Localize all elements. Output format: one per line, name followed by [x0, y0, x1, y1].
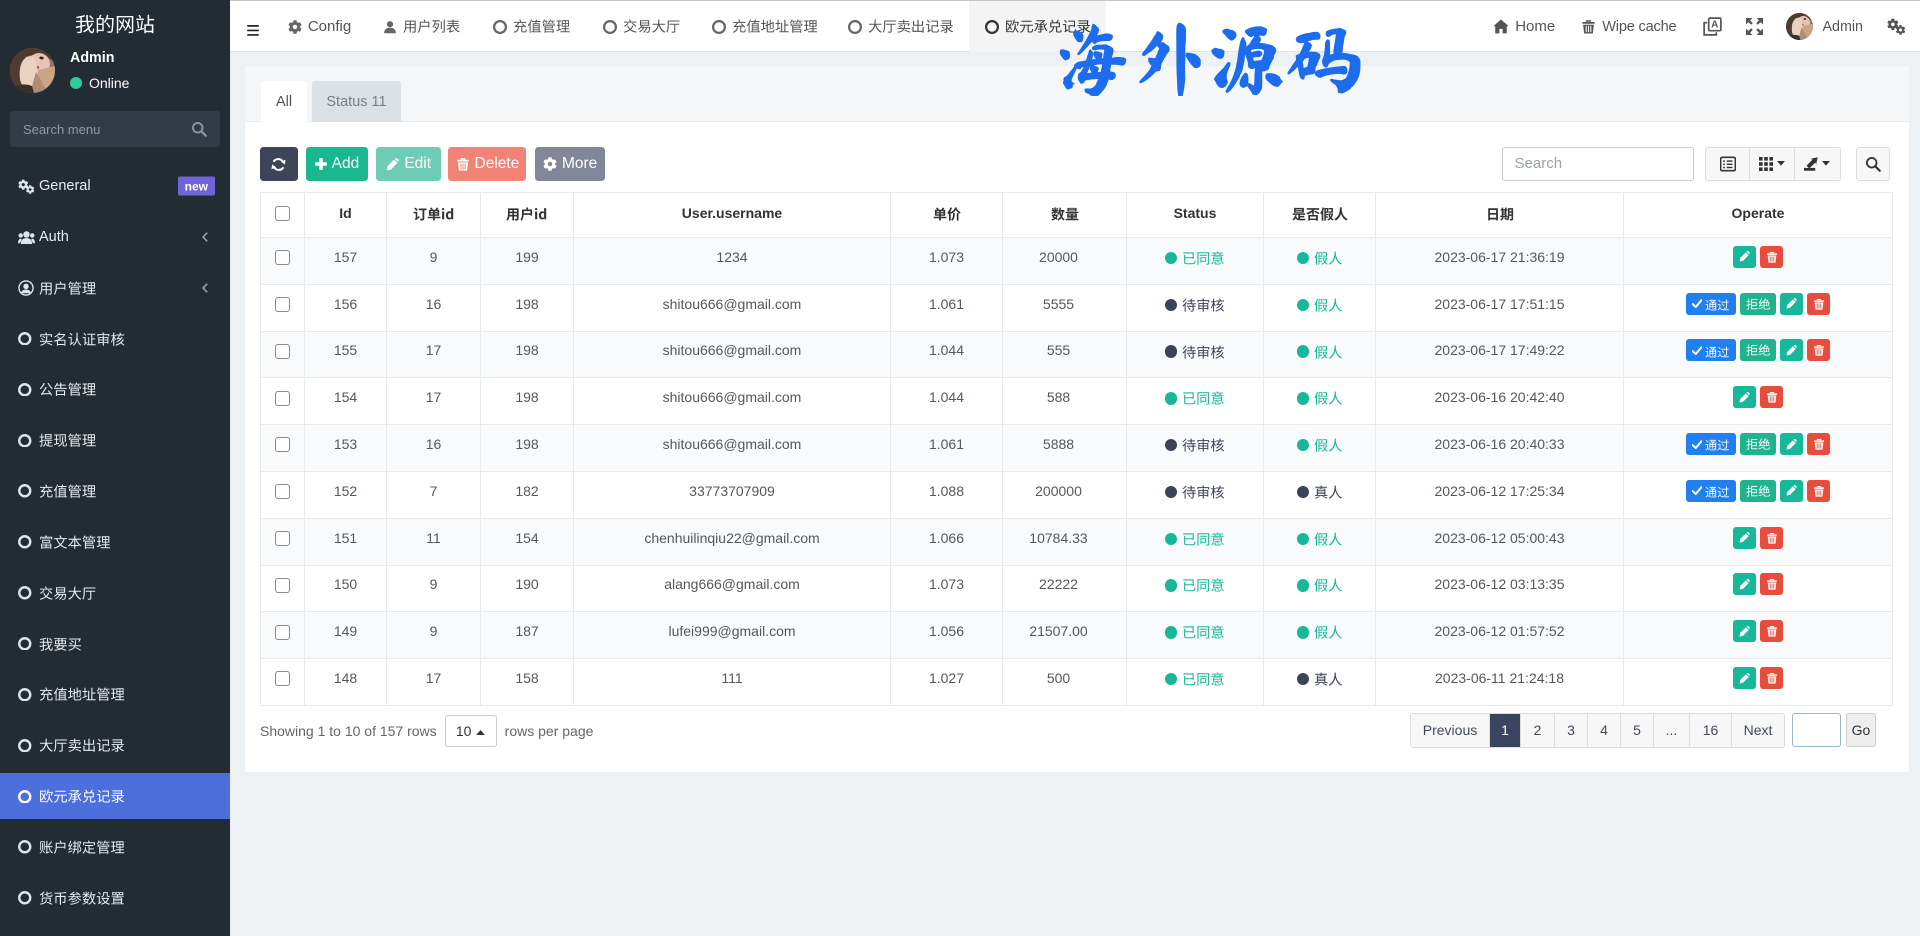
svg-text:A: A: [1712, 20, 1719, 31]
